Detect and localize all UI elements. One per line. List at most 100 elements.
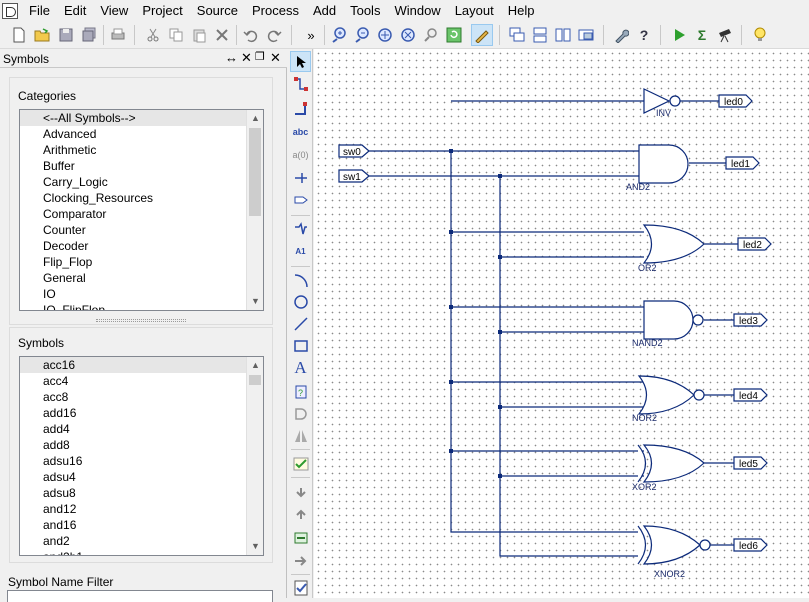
- zoom-full-icon[interactable]: [374, 24, 396, 46]
- category-item[interactable]: Counter: [20, 222, 263, 238]
- zoom-out-icon[interactable]: [351, 24, 373, 46]
- category-item[interactable]: IO_FlipFlop: [20, 302, 263, 310]
- add-image-icon[interactable]: ?: [290, 381, 311, 402]
- help-pointer-icon[interactable]: ?: [633, 24, 655, 46]
- design-mode-icon[interactable]: [471, 24, 493, 46]
- symbols-scrollbar[interactable]: ▲ ▼: [246, 357, 263, 555]
- view-symbol-icon[interactable]: [290, 550, 311, 571]
- lightbulb-icon[interactable]: [749, 24, 771, 46]
- gate-nand2[interactable]: NAND2: [632, 300, 704, 348]
- add-circle-icon[interactable]: [290, 291, 311, 312]
- app-icon[interactable]: [2, 2, 18, 19]
- menu-project[interactable]: Project: [135, 0, 189, 21]
- symbol-item[interactable]: adsu16: [20, 453, 263, 469]
- categories-list[interactable]: <--All Symbols--> Advanced Arithmetic Bu…: [19, 109, 264, 311]
- push-into-symbol-icon[interactable]: [290, 481, 311, 502]
- symbol-item[interactable]: add16: [20, 405, 263, 421]
- add-gate-icon[interactable]: [290, 403, 311, 424]
- output-marker-led4[interactable]: led4: [733, 388, 768, 402]
- scroll-down-icon[interactable]: ▼: [247, 538, 263, 555]
- category-item[interactable]: IO: [20, 286, 263, 302]
- symbol-item[interactable]: acc4: [20, 373, 263, 389]
- paste-icon[interactable]: [188, 24, 210, 46]
- toolbar-overflow-chevron[interactable]: »: [300, 24, 322, 46]
- category-item[interactable]: Flip_Flop: [20, 254, 263, 270]
- add-net-label-icon[interactable]: abc: [290, 121, 311, 142]
- menu-help[interactable]: Help: [501, 0, 542, 21]
- add-symbol-icon[interactable]: [290, 218, 311, 239]
- cascade-windows-icon[interactable]: [506, 24, 528, 46]
- wrench-icon[interactable]: [610, 24, 632, 46]
- refresh-icon[interactable]: [443, 24, 465, 46]
- scroll-up-icon[interactable]: ▲: [247, 357, 263, 374]
- scroll-thumb[interactable]: [249, 128, 261, 216]
- menu-edit[interactable]: Edit: [57, 0, 93, 21]
- category-item[interactable]: Decoder: [20, 238, 263, 254]
- category-item[interactable]: Clocking_Resources: [20, 190, 263, 206]
- zoom-in-icon[interactable]: [328, 24, 350, 46]
- symbol-item[interactable]: adsu4: [20, 469, 263, 485]
- rename-bus-icon[interactable]: a(0): [290, 144, 311, 165]
- output-marker-led6[interactable]: led6: [733, 538, 768, 552]
- symbol-item[interactable]: add8: [20, 437, 263, 453]
- check-design-icon[interactable]: [290, 577, 311, 598]
- zoom-selected-icon[interactable]: [397, 24, 419, 46]
- schematic-drawing[interactable]: sw0 sw1 INV AND2 OR2 NAND2 NOR2 XOR2 XNO…: [314, 49, 809, 598]
- input-marker-sw1[interactable]: sw1: [338, 169, 370, 183]
- scroll-thumb[interactable]: [249, 375, 261, 385]
- print-icon[interactable]: [107, 24, 129, 46]
- panel-resize-icon[interactable]: ↔: [225, 50, 238, 65]
- categories-scrollbar[interactable]: ▲ ▼: [246, 110, 263, 310]
- menu-window[interactable]: Window: [387, 0, 447, 21]
- telescope-icon[interactable]: [714, 24, 736, 46]
- add-wire-icon[interactable]: [290, 73, 311, 94]
- category-item[interactable]: General: [20, 270, 263, 286]
- check-schematic-icon[interactable]: [290, 453, 311, 474]
- add-rectangle-icon[interactable]: [290, 335, 311, 356]
- add-text-icon[interactable]: A: [290, 357, 311, 378]
- scroll-down-icon[interactable]: ▼: [247, 293, 263, 310]
- menu-layout[interactable]: Layout: [448, 0, 501, 21]
- save-all-icon[interactable]: [78, 24, 100, 46]
- add-io-marker-icon[interactable]: [290, 189, 311, 210]
- gate-and2[interactable]: AND2: [626, 144, 689, 192]
- tile-horizontal-icon[interactable]: [529, 24, 551, 46]
- panel-pin-icon[interactable]: ✕: [241, 50, 252, 66]
- float-window-icon[interactable]: [575, 24, 597, 46]
- category-item[interactable]: Carry_Logic: [20, 174, 263, 190]
- category-item[interactable]: Comparator: [20, 206, 263, 222]
- output-marker-led5[interactable]: led5: [733, 456, 768, 470]
- add-arc-icon[interactable]: [290, 269, 311, 290]
- output-marker-led3[interactable]: led3: [733, 313, 768, 327]
- redo-icon[interactable]: [263, 24, 285, 46]
- sigma-icon[interactable]: Σ: [691, 24, 713, 46]
- output-marker-led2[interactable]: led2: [737, 237, 772, 251]
- undo-icon[interactable]: [240, 24, 262, 46]
- menu-file[interactable]: File: [22, 0, 57, 21]
- symbol-item[interactable]: and16: [20, 517, 263, 533]
- symbol-item[interactable]: adsu8: [20, 485, 263, 501]
- tile-vertical-icon[interactable]: [552, 24, 574, 46]
- gate-xnor2[interactable]: XNOR2: [637, 525, 711, 579]
- schematic-canvas[interactable]: sw0 sw1 INV AND2 OR2 NAND2 NOR2 XOR2 XNO…: [314, 49, 809, 598]
- panel-splitter[interactable]: [96, 319, 186, 322]
- category-item[interactable]: Buffer: [20, 158, 263, 174]
- symbol-item[interactable]: acc16: [20, 357, 263, 373]
- new-file-icon[interactable]: [8, 24, 30, 46]
- open-folder-icon[interactable]: [31, 24, 53, 46]
- menu-source[interactable]: Source: [190, 0, 245, 21]
- menu-add[interactable]: Add: [306, 0, 343, 21]
- scroll-up-icon[interactable]: ▲: [247, 110, 263, 127]
- gate-or2[interactable]: OR2: [638, 224, 705, 273]
- add-net-name-icon[interactable]: [290, 98, 311, 119]
- input-marker-sw0[interactable]: sw0: [338, 144, 370, 158]
- symbols-list[interactable]: acc16 acc4 acc8 add16 add4 add8 adsu16 a…: [19, 356, 264, 556]
- menu-view[interactable]: View: [93, 0, 135, 21]
- pop-to-calling-icon[interactable]: [290, 504, 311, 525]
- output-marker-led0[interactable]: led0: [718, 94, 753, 108]
- category-item[interactable]: Arithmetic: [20, 142, 263, 158]
- gate-inv[interactable]: INV: [643, 88, 681, 118]
- delete-icon[interactable]: [211, 24, 233, 46]
- run-icon[interactable]: [668, 24, 690, 46]
- panel-close-icon[interactable]: ✕: [270, 50, 281, 66]
